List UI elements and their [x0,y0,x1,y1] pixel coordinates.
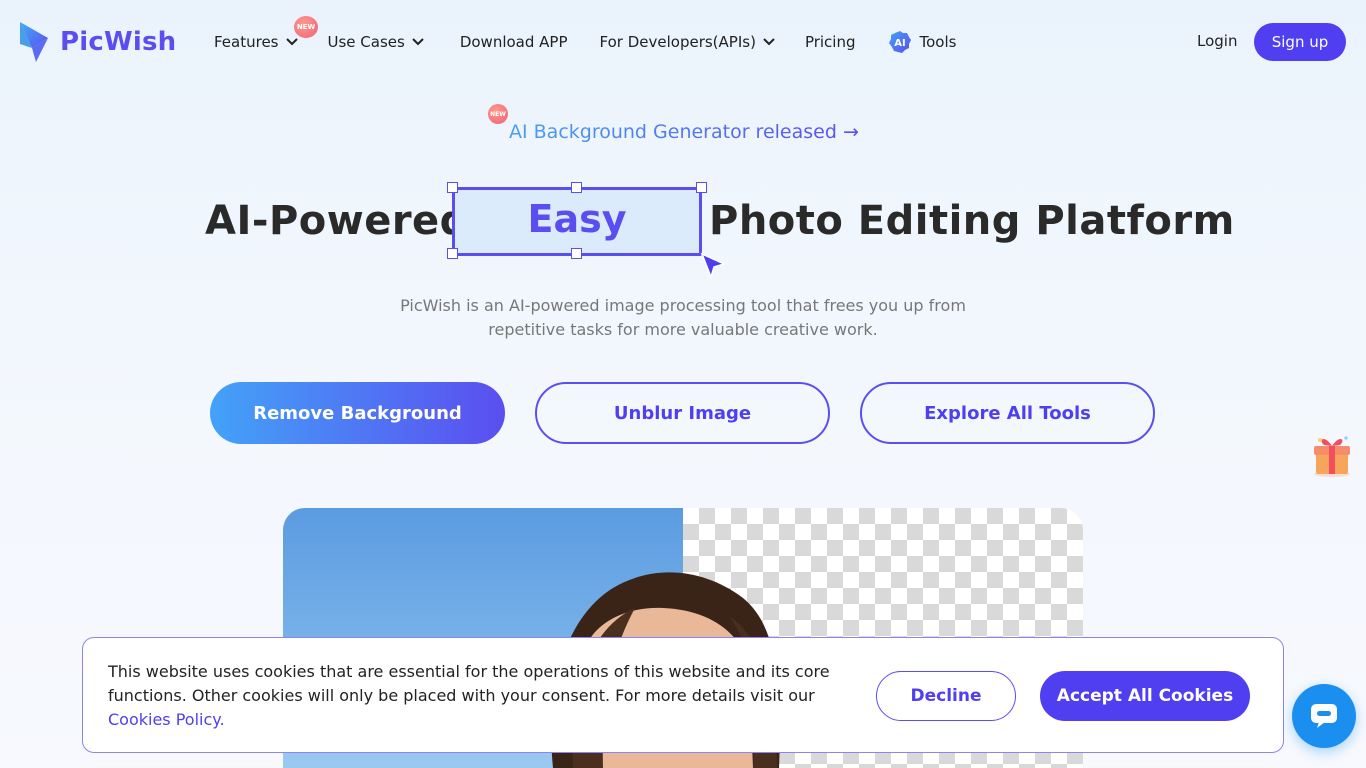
hero-title-before: AI-Powered [205,198,469,244]
gift-icon[interactable] [1310,430,1354,478]
cookie-banner: This website uses cookies that are essen… [82,637,1284,753]
remove-background-button[interactable]: Remove Background [210,382,505,444]
nav-download-app-label: Download APP [459,33,568,51]
explore-all-tools-button[interactable]: Explore All Tools [860,382,1155,444]
nav-pricing-label: Pricing [804,33,856,51]
main-nav: Features NEW Use Cases Download APP For … [214,16,957,54]
nav-developers-label: For Developers(APIs) [599,33,756,51]
hero-subtitle: PicWish is an AI-powered image processin… [400,296,966,339]
accept-all-cookies-button[interactable]: Accept All Cookies [1040,671,1250,721]
chat-bubble-icon [1311,704,1337,728]
hero-title-after: Photo Editing Platform [709,198,1235,244]
nav-pricing[interactable]: Pricing [805,33,856,51]
chevron-down-icon [763,38,775,46]
nav-use-cases-label: Use Cases [327,33,405,51]
nav-use-cases[interactable]: Use Cases [328,33,424,51]
announcement-link[interactable]: NEW AI Background Generator released → [488,104,859,143]
ai-icon-text: AI [894,38,905,49]
hero-highlight-box: Easy [447,182,707,259]
resize-handle [696,182,707,193]
chat-button[interactable] [1292,684,1356,748]
cursor-arrow-icon [700,252,727,280]
hero-title-highlight: Easy [527,197,627,241]
resize-handle [571,248,582,259]
resize-handle [447,248,458,259]
cookie-text: This website uses cookies that are essen… [108,660,848,732]
chevron-down-icon [412,38,424,46]
nav-features[interactable]: Features NEW [214,16,318,51]
new-badge: NEW [294,16,318,38]
site-header: PicWish Features NEW Use Cases Download … [0,0,1366,84]
signup-button[interactable]: Sign up [1254,23,1346,61]
announcement-text: AI Background Generator released → [509,121,859,143]
login-link[interactable]: Login [1197,32,1237,50]
logo[interactable]: PicWish [18,20,176,64]
nav-tools-label: Tools [919,33,957,51]
logo-text: PicWish [60,27,177,57]
nav-features-label: Features [214,33,279,51]
resize-handle [571,182,582,193]
cookies-policy-link[interactable]: Cookies Policy. [108,710,225,729]
nav-download-app[interactable]: Download APP [460,33,568,51]
nav-tools[interactable]: AI Tools [888,30,957,54]
cookie-message: This website uses cookies that are essen… [108,662,830,705]
decline-cookies-button[interactable]: Decline [876,671,1016,721]
chevron-down-icon [285,38,298,46]
new-badge: NEW [488,104,508,124]
unblur-image-button[interactable]: Unblur Image [535,382,830,444]
resize-handle [447,182,458,193]
nav-developers[interactable]: For Developers(APIs) [600,33,775,51]
ai-icon: AI [888,31,911,53]
picwish-logo-icon [20,22,48,62]
